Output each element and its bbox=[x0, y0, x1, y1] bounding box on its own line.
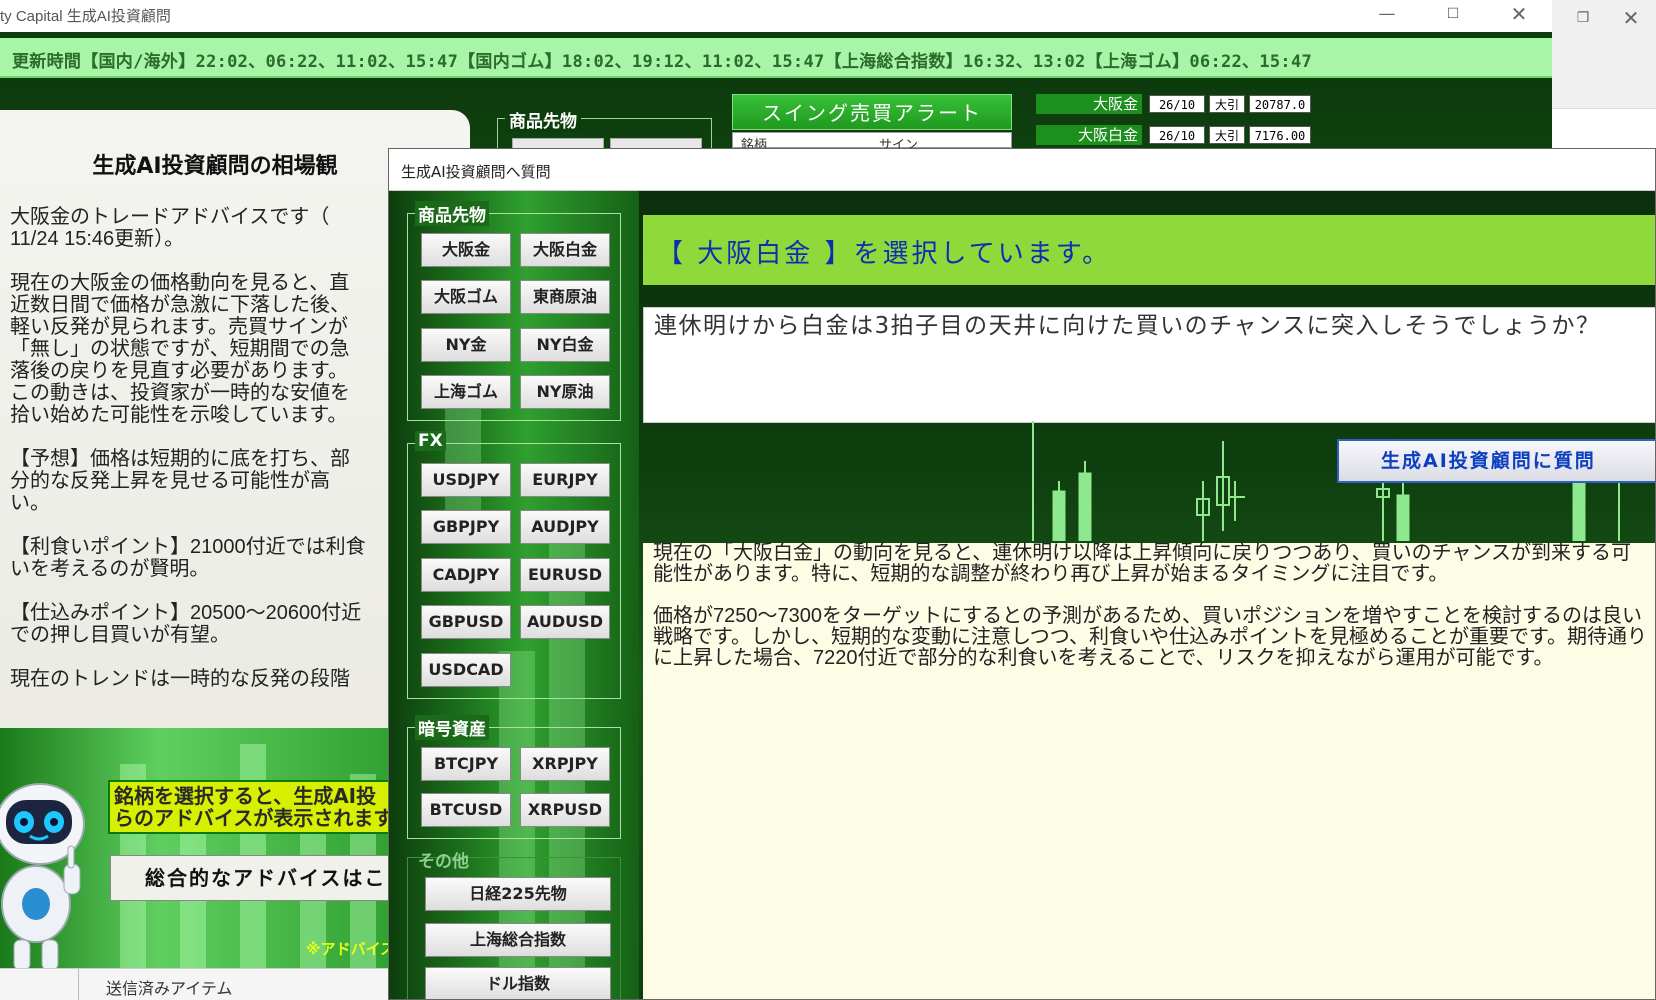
symbol-button-osaka-gold[interactable]: 大阪金 bbox=[421, 233, 511, 267]
advice-paragraph: 【利食いポイント】21000付近では利食 いを考えるのが賢明。 bbox=[10, 536, 366, 580]
bg-futures-group-label: 商品先物 bbox=[505, 107, 581, 132]
quote-name: 大阪金 bbox=[1036, 94, 1142, 114]
symbol-button-btcusd[interactable]: BTCUSD bbox=[421, 793, 511, 827]
swing-table-header: 銘柄 サイン bbox=[732, 132, 1012, 153]
symbol-button-shanghai-index[interactable]: 上海総合指数 bbox=[425, 923, 611, 957]
advice-title: 生成AI投資顧問の相場観 bbox=[92, 154, 338, 179]
swing-alert-header: スイング売買アラート bbox=[732, 94, 1012, 130]
symbol-button-eurjpy[interactable]: EURJPY bbox=[520, 463, 610, 497]
symbol-button-gbpjpy[interactable]: GBPJPY bbox=[421, 510, 511, 544]
dialog-title: 生成AI投資顧問へ質問 bbox=[401, 163, 551, 181]
symbol-button-ny-platinum[interactable]: NY白金 bbox=[520, 328, 610, 362]
main-titlebar: ty Capital 生成AI投資顧問 — ☐ ✕ bbox=[0, 0, 1552, 32]
main-window-title: ty Capital 生成AI投資顧問 bbox=[0, 8, 171, 25]
symbol-button-xrpusd[interactable]: XRPUSD bbox=[520, 793, 610, 827]
quote-price: 7176.00 bbox=[1249, 126, 1311, 144]
promo-message: 銘柄を選択すると、生成AI投 らのアドバイスが表示されます bbox=[108, 780, 400, 834]
other-group-label: その他 bbox=[418, 852, 469, 872]
ask-ai-advisor-button[interactable]: 生成AI投資顧問に質問 bbox=[1337, 439, 1655, 483]
advice-paragraph: 【仕込みポイント】20500～20600付近 での押し目買いが有望。 bbox=[10, 602, 362, 646]
selection-banner: 【 大阪白金 】を選択しています。 bbox=[643, 215, 1655, 285]
crypto-group-label: 暗号資産 bbox=[415, 715, 489, 740]
pane-divider bbox=[78, 969, 79, 1000]
restore-icon[interactable]: ❐ bbox=[1560, 4, 1606, 36]
quote-signal: 大引 bbox=[1209, 95, 1245, 113]
symbol-button-cadjpy[interactable]: CADJPY bbox=[421, 558, 511, 592]
advice-paragraph: 現在のトレンドは一時的な反発の段階 bbox=[10, 668, 350, 690]
symbol-button-xrpjpy[interactable]: XRPJPY bbox=[520, 747, 610, 781]
dialog-titlebar: 生成AI投資顧問へ質問 bbox=[389, 149, 1655, 191]
minimize-icon[interactable]: — bbox=[1364, 0, 1410, 32]
mail-folder-pane: 送信済みアイテム bbox=[0, 968, 400, 1000]
symbol-button-osaka-rubber[interactable]: 大阪ゴム bbox=[421, 280, 511, 314]
symbol-selector-panel: 商品先物 大阪金 大阪白金 大阪ゴム 東商原油 NY金 NY白金 上海ゴム NY… bbox=[389, 191, 639, 999]
symbol-button-usdcad[interactable]: USDCAD bbox=[421, 653, 511, 687]
symbol-button-audjpy[interactable]: AUDJPY bbox=[520, 510, 610, 544]
quote-price: 20787.0 bbox=[1249, 95, 1311, 113]
ticker-text: 更新時間【国内/海外】22:02、06:22、11:02、15:47【国内ゴム】… bbox=[12, 52, 1313, 72]
update-time-ticker: 更新時間【国内/海外】22:02、06:22、11:02、15:47【国内ゴム】… bbox=[0, 38, 1552, 78]
symbol-button-btcjpy[interactable]: BTCJPY bbox=[421, 747, 511, 781]
close-icon[interactable]: ✕ bbox=[1608, 4, 1654, 36]
symbol-button-gbpusd[interactable]: GBPUSD bbox=[421, 605, 511, 639]
desktop-edge-panel bbox=[1552, 108, 1656, 148]
answer-output: 現在の「大阪白金」の動向を見ると、連休明け以降は上昇傾向に戻りつつあり、買いのチ… bbox=[643, 542, 1655, 999]
symbol-button-eurusd[interactable]: EURUSD bbox=[520, 558, 610, 592]
advice-paragraph: 現在の大阪金の価格動向を見ると、直 近数日間で価格が急激に下落した後、 軽い反発… bbox=[10, 272, 350, 426]
symbol-button-usdjpy[interactable]: USDJPY bbox=[421, 463, 511, 497]
sent-items-folder[interactable]: 送信済みアイテム bbox=[106, 975, 232, 999]
maximize-icon[interactable]: ☐ bbox=[1430, 0, 1476, 32]
quote-month: 26/10 bbox=[1149, 95, 1205, 113]
promo-banner: 銘柄を選択すると、生成AI投 らのアドバイスが表示されます 総合的なアドバイスは… bbox=[0, 728, 400, 974]
fx-group-label: FX bbox=[415, 431, 446, 451]
advice-paragraph: 大阪金のトレードアドバイスです（ 11/24 15:46更新）。 bbox=[10, 206, 330, 250]
answer-paragraph: 現在の「大阪白金」の動向を見ると、連休明け以降は上昇傾向に戻りつつあり、買いのチ… bbox=[653, 542, 1631, 585]
question-input[interactable]: 連休明けから白金は3拍子目の天井に向けた買いのチャンスに突入しそうでしょうか？ bbox=[643, 307, 1655, 423]
ask-ai-dialog: 生成AI投資顧問へ質問 商品先物 大阪金 大阪白金 大阪ゴム 東商原油 NY金 … bbox=[388, 148, 1656, 1000]
answer-paragraph: 価格が7250～7300をターゲットにするとの予測があるため、買いポジションを増… bbox=[653, 605, 1647, 669]
selection-text: 【 大阪白金 】を選択しています。 bbox=[657, 239, 1112, 269]
disclaimer-note: ※アドバイス bbox=[306, 940, 396, 958]
symbol-button-shanghai-rubber[interactable]: 上海ゴム bbox=[421, 375, 511, 409]
quote-name: 大阪白金 bbox=[1036, 125, 1142, 145]
quote-signal: 大引 bbox=[1209, 126, 1245, 144]
symbol-button-nikkei225[interactable]: 日経225先物 bbox=[425, 877, 611, 911]
futures-group-label: 商品先物 bbox=[415, 201, 489, 226]
close-icon[interactable]: ✕ bbox=[1496, 0, 1542, 32]
robot-mascot-icon bbox=[0, 783, 85, 971]
symbol-button-ny-crude[interactable]: NY原油 bbox=[520, 375, 610, 409]
quote-month: 26/10 bbox=[1149, 126, 1205, 144]
symbol-button-osaka-platinum[interactable]: 大阪白金 bbox=[520, 233, 610, 267]
symbol-button-audusd[interactable]: AUDUSD bbox=[520, 605, 610, 639]
advice-text: 大阪金のトレードアドバイスです（ 11/24 15:46更新）。 現在の大阪金の… bbox=[10, 206, 450, 712]
advice-paragraph: 【予想】価格は短期的に底を打ち、部 分的な反発上昇を見せる可能性が高 い。 bbox=[10, 448, 350, 514]
symbol-button-ny-gold[interactable]: NY金 bbox=[421, 328, 511, 362]
symbol-button-tocom-crude[interactable]: 東商原油 bbox=[520, 280, 610, 314]
question-panel: 【 大阪白金 】を選択しています。 連休明けから白金は3拍子目の天井に向けた買い… bbox=[639, 191, 1655, 999]
symbol-button-dollar-index[interactable]: ドル指数 bbox=[425, 967, 611, 999]
overall-advice-button[interactable]: 総合的なアドバイスはこ bbox=[110, 855, 400, 901]
